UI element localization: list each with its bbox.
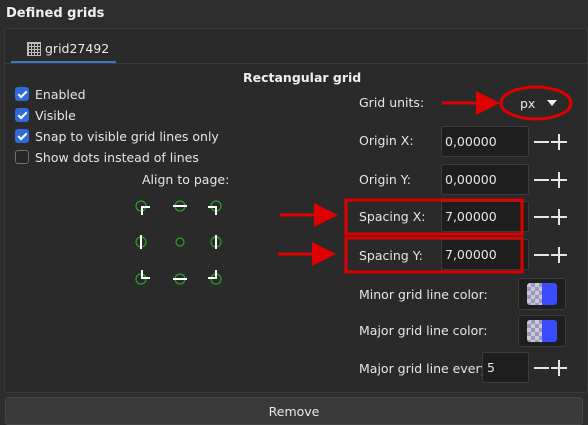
section-title: Defined grids [6, 6, 105, 21]
chevron-down-icon [547, 100, 558, 106]
snap-label: Snap to visible grid lines only [35, 128, 219, 144]
tab-grid27492[interactable]: grid27492 [11, 34, 116, 63]
major-color-swatch [527, 320, 557, 342]
plus-icon[interactable] [551, 359, 567, 376]
origin-y-label: Origin Y: [359, 172, 411, 187]
minor-color-swatch [527, 283, 557, 305]
plus-icon[interactable] [551, 208, 567, 225]
origin-y-stepper[interactable] [534, 164, 574, 195]
show-dots-label: Show dots instead of lines [35, 149, 199, 165]
align-center [175, 237, 185, 247]
check-icon [17, 130, 27, 140]
show-dots-checkbox-row[interactable]: Show dots instead of lines [15, 148, 199, 166]
minus-icon[interactable] [534, 253, 549, 256]
grid-icon [27, 41, 41, 56]
major-color-label: Major grid line color: [359, 323, 488, 338]
snap-checkbox-row[interactable]: Snap to visible grid lines only [15, 127, 219, 145]
minus-icon[interactable] [534, 140, 549, 143]
enabled-label: Enabled [35, 86, 86, 102]
plus-icon[interactable] [551, 171, 567, 188]
spacing-y-value: 7,00000 [445, 247, 497, 262]
remove-button[interactable]: Remove [5, 397, 583, 425]
minus-icon[interactable] [534, 215, 549, 218]
major-every-input[interactable]: 5 [482, 352, 529, 383]
snap-checkbox[interactable] [15, 129, 29, 143]
tab-separator [5, 63, 587, 64]
check-icon [17, 109, 27, 119]
check-icon [17, 88, 27, 98]
panel-title: Rectangular grid [243, 70, 362, 85]
origin-x-value: 0,00000 [445, 134, 497, 149]
tab-label: grid27492 [45, 41, 110, 56]
visible-label: Visible [35, 107, 76, 123]
visible-checkbox[interactable] [15, 108, 29, 122]
grid-units-select[interactable]: px [505, 89, 571, 117]
plus-icon[interactable] [551, 246, 567, 263]
origin-y-value: 0,00000 [445, 172, 497, 187]
minus-icon[interactable] [534, 366, 549, 369]
show-dots-checkbox[interactable] [15, 150, 29, 164]
enabled-checkbox[interactable] [15, 87, 29, 101]
spacing-y-label: Spacing Y: [359, 248, 423, 263]
grid-units-label: Grid units: [359, 95, 425, 110]
origin-x-stepper[interactable] [534, 126, 574, 157]
major-every-value: 5 [487, 360, 495, 375]
spacing-y-input[interactable]: 7,00000 [441, 239, 529, 270]
origin-x-input[interactable]: 0,00000 [441, 126, 529, 157]
spacing-x-input[interactable]: 7,00000 [441, 201, 529, 232]
plus-icon[interactable] [551, 133, 567, 150]
align-to-page-label: Align to page: [142, 172, 230, 187]
major-color-fill [542, 320, 557, 342]
visible-checkbox-row[interactable]: Visible [15, 106, 76, 124]
origin-y-input[interactable]: 0,00000 [441, 164, 529, 195]
spacing-y-stepper[interactable] [534, 239, 574, 270]
spacing-x-label: Spacing X: [359, 209, 426, 224]
minor-color-label: Minor grid line color: [359, 287, 488, 302]
minus-icon[interactable] [534, 178, 549, 181]
major-color-button[interactable] [518, 315, 566, 347]
major-every-label: Major grid line every: [359, 361, 492, 376]
grid-units-value: px [520, 95, 536, 111]
minor-color-button[interactable] [518, 278, 566, 310]
spacing-x-value: 7,00000 [445, 209, 497, 224]
origin-x-label: Origin X: [359, 133, 414, 148]
align-to-page-grid[interactable] [128, 196, 228, 288]
minor-color-fill [542, 283, 557, 305]
spacing-x-stepper[interactable] [534, 201, 574, 232]
major-every-stepper[interactable] [534, 352, 574, 383]
enabled-checkbox-row[interactable]: Enabled [15, 85, 86, 103]
